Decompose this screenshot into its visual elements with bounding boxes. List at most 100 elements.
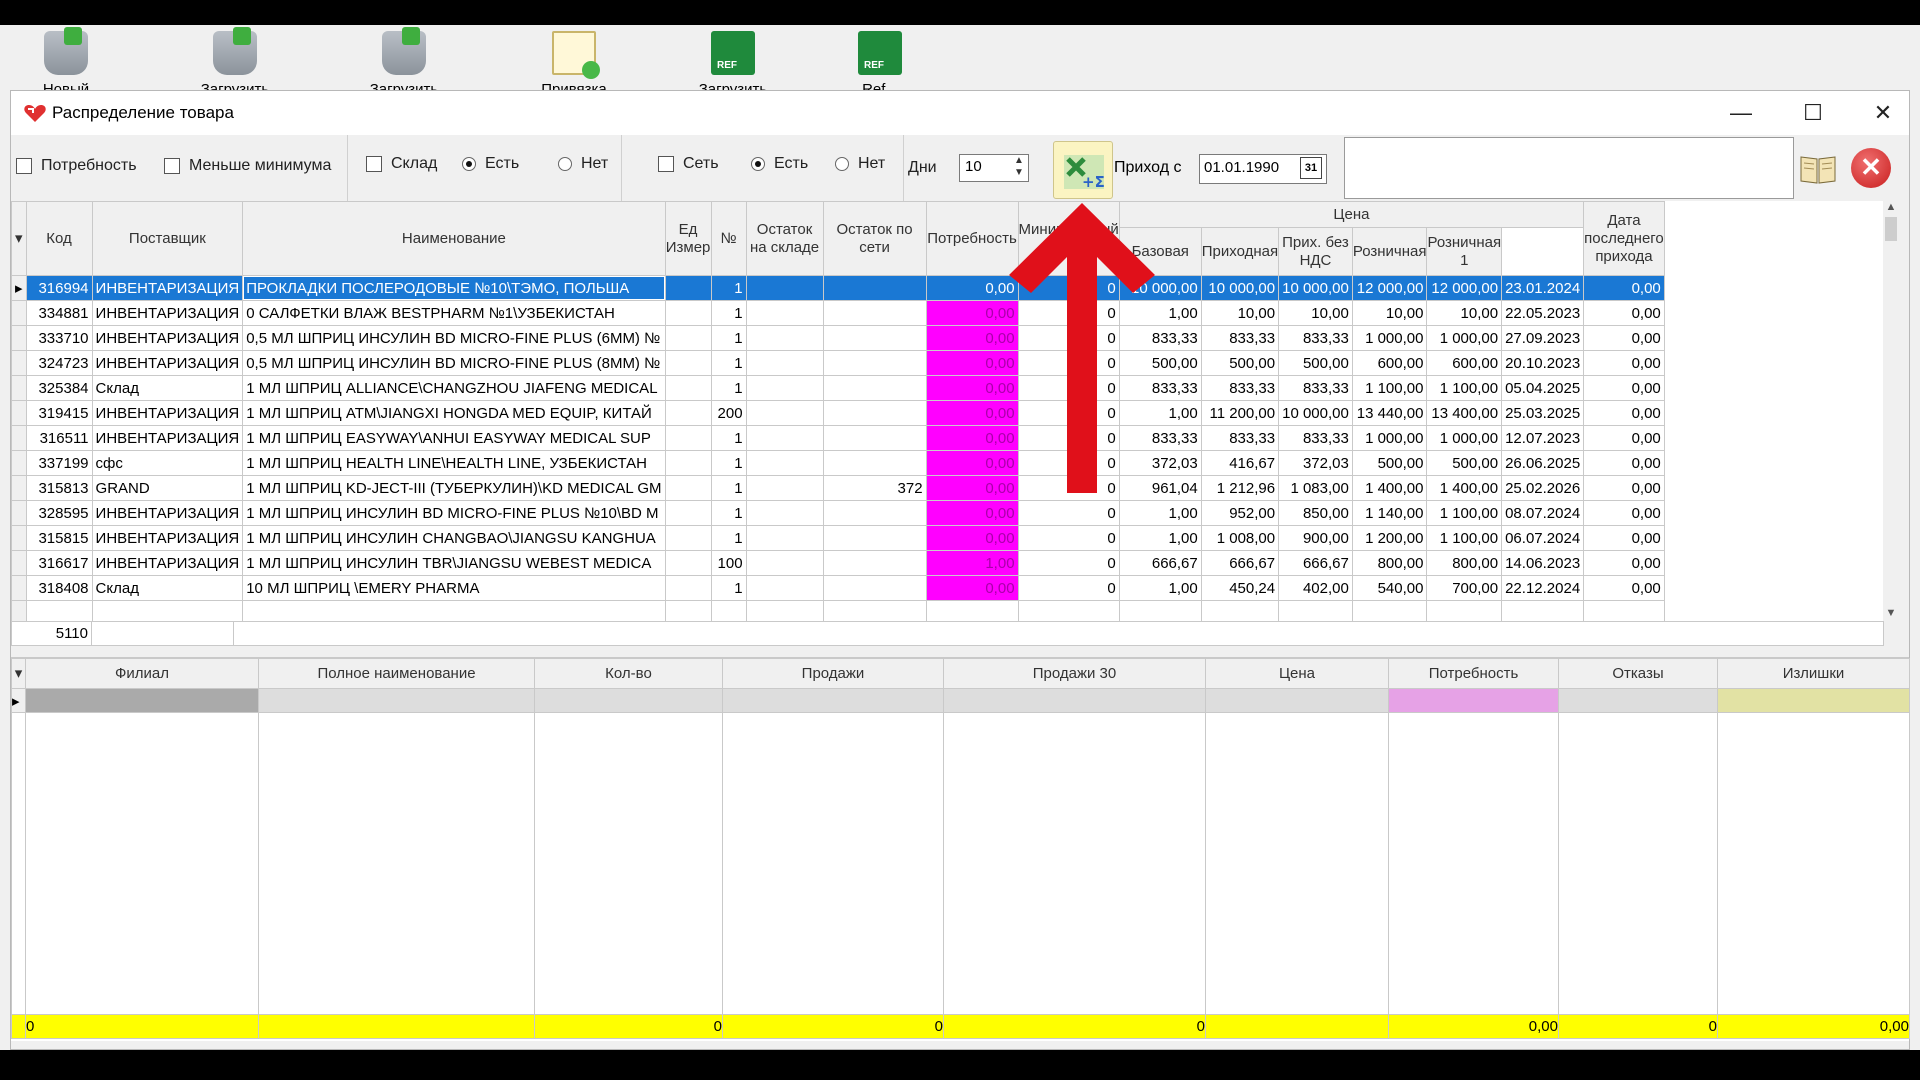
scroll-down-icon[interactable]: ▼ [1883, 607, 1899, 619]
toolbar-new-button[interactable]: Новый [0, 27, 146, 98]
col-refusals[interactable]: Отказы [1558, 658, 1718, 689]
product-row[interactable]: 324723 ИНВЕНТАРИЗАЦИЯ 0,5 МЛ ШПРИЦ ИНСУЛИН… [11, 350, 1665, 376]
close-button[interactable]: ✕ [1855, 91, 1911, 135]
filter-toolbar: Потребность Меньше минимума Склад Есть Н… [11, 135, 1909, 201]
cell [1205, 688, 1389, 713]
cell-need: 0,00 [925, 575, 1019, 601]
cell-ref: 0,00 [1583, 350, 1665, 376]
toolbar-ref-button[interactable]: Ref... [800, 29, 960, 98]
col-last-income-date[interactable]: Дата последнего прихода [1583, 201, 1665, 276]
col-sales[interactable]: Продажи [722, 658, 944, 689]
col-stock-network[interactable]: Остаток по сети [822, 201, 927, 276]
product-row[interactable]: 333710 ИНВЕНТАРИЗАЦИЯ 0,5 МЛ ШПРИЦ ИНСУЛИН… [11, 325, 1665, 351]
col-full-name[interactable]: Полное наименование [258, 658, 535, 689]
network-filter-group: Сеть Есть Нет [622, 135, 904, 201]
cell-stock_net [822, 500, 927, 526]
product-row[interactable]: 315815 ИНВЕНТАРИЗАЦИЯ 1 МЛ ШПРИЦ ИНСУЛИН C… [11, 525, 1665, 551]
product-row[interactable]: 325384 Склад 1 МЛ ШПРИЦ ALLIANCE\CHANGZHOU… [11, 375, 1665, 401]
cell-retail1: 700,00 [1426, 575, 1503, 601]
col-need[interactable]: Потребность [1388, 658, 1559, 689]
cell [258, 688, 535, 713]
col-name[interactable]: Наименование [242, 201, 666, 276]
book-icon[interactable] [1799, 153, 1837, 185]
toolbar-link-button[interactable]: Привязка [494, 29, 654, 98]
close-red-icon[interactable]: ✕ [1851, 148, 1891, 188]
minimize-button[interactable]: — [1713, 91, 1769, 135]
product-row[interactable]: ▸ 316994 ИНВЕНТАРИЗАЦИЯ ПРОКЛАДКИ ПОСЛЕРОДО… [11, 275, 1665, 301]
col-stock-warehouse[interactable]: Остаток на складе [745, 201, 824, 276]
warehouse-yes-radio[interactable]: Есть [462, 155, 519, 173]
col-price-retail[interactable]: Розничная [1351, 227, 1428, 276]
cell-unit [664, 450, 712, 476]
days-spinner[interactable]: ▲ ▼ [1011, 155, 1027, 181]
cell-name: 1 МЛ ШПРИЦ ИНСУЛИН BD MICRO-FINE PLUS №1… [242, 500, 666, 526]
calculate-need-button[interactable]: +Σ [1053, 141, 1113, 199]
col-price[interactable]: Цена [1205, 658, 1389, 689]
vertical-scrollbar[interactable]: ▲ ▼ [1883, 201, 1899, 621]
branch-row-empty[interactable]: ▸ [11, 688, 1910, 713]
need-checkbox[interactable]: Потребность [16, 157, 137, 175]
product-row[interactable]: 334881 ИНВЕНТАРИЗАЦИЯ 0 САЛФЕТКИ ВЛАЖ BEST… [11, 300, 1665, 326]
col-branch[interactable]: Филиал [25, 658, 259, 689]
cell-stock_net [822, 575, 927, 601]
cell-retail1: 1 100,00 [1426, 500, 1503, 526]
cell [1205, 712, 1389, 1015]
maximize-button[interactable]: ☐ [1785, 91, 1841, 135]
network-no-radio[interactable]: Нет [835, 155, 885, 173]
cell-retail1: 13 400,00 [1426, 400, 1503, 426]
col-unit[interactable]: Ед Измер [664, 201, 712, 276]
col-min-stock[interactable]: Минимальный остаток [1017, 201, 1120, 276]
cell [11, 712, 26, 1015]
product-row[interactable]: 318408 Склад 10 МЛ ШПРИЦ \EMERY PHARMA 1 0,0… [11, 575, 1665, 601]
cell-retail: 1 200,00 [1351, 525, 1428, 551]
product-row[interactable]: 316617 ИНВЕНТАРИЗАЦИЯ 1 МЛ ШПРИЦ ИНСУЛИН T… [11, 550, 1665, 576]
product-row[interactable]: 315813 GRAND 1 МЛ ШПРИЦ KD-JECT-III (ТУБЕР… [11, 475, 1665, 501]
cell-stock_wh [745, 525, 824, 551]
col-price-incoming[interactable]: Приходная [1200, 227, 1280, 276]
col-price-incoming-no-vat[interactable]: Прих. без НДС [1278, 227, 1353, 276]
cell-date: 26.06.2025 [1501, 450, 1585, 476]
col-code[interactable]: Код [25, 201, 93, 276]
col-qty[interactable]: Кол-во [534, 658, 723, 689]
product-row[interactable]: 337199 сфс 1 МЛ ШПРИЦ HEALTH LINE\HEALTH L… [11, 450, 1665, 476]
title-bar[interactable]: Распределение товара — ☐ ✕ [11, 91, 1909, 135]
need-filter-group: Потребность Меньше минимума [11, 135, 348, 201]
cell-no: 1 [710, 500, 747, 526]
col-price-base[interactable]: Базовая [1118, 227, 1202, 276]
col-no[interactable]: № [710, 201, 747, 276]
col-price-retail1[interactable]: Розничная 1 [1426, 227, 1503, 276]
cell-ref: 0,00 [1583, 525, 1665, 551]
scroll-thumb[interactable] [1885, 217, 1897, 241]
col-supplier[interactable]: Поставщик [91, 201, 244, 276]
cell [534, 688, 723, 713]
toolbar-excel-load-button[interactable]: Загрузить [653, 29, 813, 98]
col-surplus[interactable]: Излишки [1717, 658, 1910, 689]
cell [1388, 712, 1559, 1015]
cell-retail: 1 100,00 [1351, 375, 1428, 401]
network-checkbox[interactable]: Сеть [658, 155, 719, 173]
product-row[interactable]: 316511 ИНВЕНТАРИЗАЦИЯ 1 МЛ ШПРИЦ EASYWAY\A… [11, 425, 1665, 451]
network-yes-label: Есть [774, 155, 809, 172]
cell [722, 712, 944, 1015]
scroll-up-icon[interactable]: ▲ [1883, 201, 1899, 213]
row-indicator [11, 300, 27, 326]
cart-add-icon [44, 27, 88, 75]
calendar-icon[interactable]: 31 [1300, 157, 1322, 179]
warehouse-checkbox[interactable]: Склад [366, 155, 437, 173]
cell-stock_wh [745, 475, 824, 501]
income-from-label: Приход с [1114, 159, 1182, 176]
cell-need: 0,00 [925, 475, 1019, 501]
letterbox-bottom [0, 1050, 1920, 1080]
col-sales30[interactable]: Продажи 30 [943, 658, 1206, 689]
col-need[interactable]: Потребность [925, 201, 1019, 276]
warehouse-no-radio[interactable]: Нет [558, 155, 608, 173]
product-row[interactable]: 328595 ИНВЕНТАРИЗАЦИЯ 1 МЛ ШПРИЦ ИНСУЛИН B… [11, 500, 1665, 526]
network-yes-radio[interactable]: Есть [751, 155, 808, 173]
cell [1558, 712, 1718, 1015]
row-indicator [11, 575, 27, 601]
warehouse-filter-group: Склад Есть Нет [348, 135, 622, 201]
toolbar-load-button[interactable]: Загрузить [155, 27, 315, 98]
product-row[interactable]: 319415 ИНВЕНТАРИЗАЦИЯ 1 МЛ ШПРИЦ ATM\JIANG… [11, 400, 1665, 426]
toolbar-load2-button[interactable]: Загрузить [324, 27, 484, 98]
below-min-checkbox[interactable]: Меньше минимума [164, 157, 331, 175]
